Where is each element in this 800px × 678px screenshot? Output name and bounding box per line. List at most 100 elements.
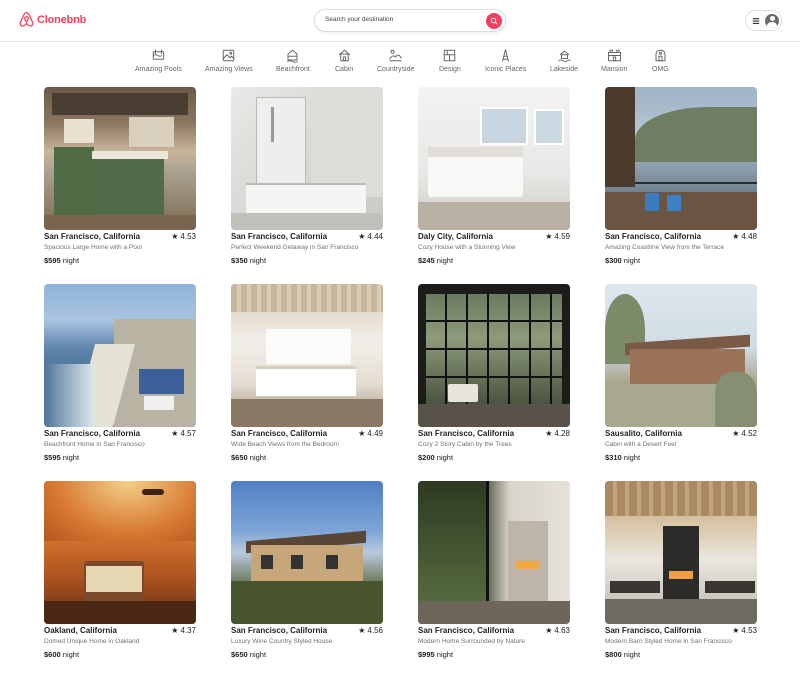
listing-rating-value: 4.37: [180, 626, 196, 635]
star-icon: ★: [545, 626, 553, 635]
listing-card[interactable]: San Francisco, California ★ 4.63 Modern H…: [418, 481, 570, 678]
listing-card[interactable]: Sausalito, California ★ 4.52 Cabin with a…: [605, 284, 757, 481]
listing-rating: ★ 4.53: [171, 232, 196, 241]
listing-rating-value: 4.44: [367, 232, 383, 241]
listing-photo[interactable]: [44, 87, 196, 230]
listing-photo[interactable]: [231, 87, 383, 230]
lakeside-icon: [557, 50, 571, 62]
star-icon: ★: [171, 626, 179, 635]
listing-price-unit: night: [249, 256, 267, 265]
category-design[interactable]: Design: [439, 48, 461, 73]
listing-location: Oakland, California: [44, 626, 117, 635]
hamburger-menu-icon: [752, 17, 760, 24]
listing-photo[interactable]: [605, 481, 757, 624]
listing-price-unit: night: [249, 453, 267, 462]
listing-rating-value: 4.52: [741, 429, 757, 438]
listing-photo[interactable]: [418, 284, 570, 427]
listing-price: $650 night: [231, 650, 266, 659]
listing-card[interactable]: San Francisco, California ★ 4.53 Spacious…: [44, 87, 196, 284]
listing-card[interactable]: Oakland, California ★ 4.37 Domed Unique H…: [44, 481, 196, 678]
category-amazing-views[interactable]: Amazing Views: [205, 48, 253, 73]
star-icon: ★: [358, 429, 366, 438]
listing-photo[interactable]: [231, 481, 383, 624]
listing-card[interactable]: San Francisco, California ★ 4.44 Perfect …: [231, 87, 383, 284]
listing-price-value: $595: [44, 256, 61, 265]
listing-price-unit: night: [436, 256, 454, 265]
search-bar[interactable]: Search your destination: [314, 9, 506, 32]
listing-title: Spacious Large Home with a Pool: [44, 244, 142, 251]
user-avatar-icon: [765, 13, 779, 28]
listing-title: Cabin with a Desert Feel: [605, 441, 677, 448]
listing-price-unit: night: [62, 650, 80, 659]
category-mansion[interactable]: Mansion: [601, 48, 627, 73]
category-lakeside[interactable]: Lakeside: [550, 48, 578, 73]
listing-photo[interactable]: [231, 284, 383, 427]
listing-price-unit: night: [623, 650, 641, 659]
listing-card[interactable]: San Francisco, California ★ 4.28 Cozy 2 S…: [418, 284, 570, 481]
category-label: Design: [439, 66, 461, 73]
category-countryside[interactable]: Countryside: [377, 48, 414, 73]
iconic-places-icon: [502, 49, 510, 62]
listing-photo[interactable]: [44, 284, 196, 427]
listing-photo[interactable]: [605, 284, 757, 427]
listing-photo[interactable]: [605, 87, 757, 230]
category-iconic-places[interactable]: Iconic Places: [485, 48, 526, 73]
design-icon: [444, 49, 456, 62]
listing-title: Modern Home Surrounded by Nature: [418, 638, 525, 645]
star-icon: ★: [171, 232, 179, 241]
category-omg[interactable]: OMG: [652, 48, 669, 73]
listing-rating-value: 4.63: [554, 626, 570, 635]
listing-price: $595 night: [44, 256, 79, 265]
search-button[interactable]: [486, 13, 502, 29]
listing-title: Modern Barn Styled Home in San Francisco: [605, 638, 732, 645]
listing-rating-value: 4.56: [367, 626, 383, 635]
listing-photo[interactable]: [418, 481, 570, 624]
user-menu-button[interactable]: [745, 10, 782, 31]
listing-price: $200 night: [418, 453, 453, 462]
listing-location: Daly City, California: [418, 232, 493, 241]
listing-photo[interactable]: [44, 481, 196, 624]
listing-rating: ★ 4.56: [358, 626, 383, 635]
listing-card[interactable]: Daly City, California ★ 4.59 Cozy House w…: [418, 87, 570, 284]
listing-rating: ★ 4.44: [358, 232, 383, 241]
listing-card[interactable]: San Francisco, California ★ 4.56 Luxury W…: [231, 481, 383, 678]
listing-price-value: $310: [605, 453, 622, 462]
listing-rating: ★ 4.63: [545, 626, 570, 635]
listing-title: Beachfront Home in San Francisco: [44, 441, 145, 448]
listing-price-value: $650: [231, 650, 248, 659]
category-amazing-pools[interactable]: Amazing Pools: [135, 48, 182, 73]
listing-rating: ★ 4.57: [171, 429, 196, 438]
listing-price-value: $995: [418, 650, 435, 659]
search-icon: [490, 17, 498, 25]
listing-photo[interactable]: [418, 87, 570, 230]
mansion-icon: [607, 49, 621, 62]
listing-price: $800 night: [605, 650, 640, 659]
listing-card[interactable]: San Francisco, California ★ 4.53 Modern B…: [605, 481, 757, 678]
category-beachfront[interactable]: Beachfront: [276, 48, 310, 73]
listing-card[interactable]: San Francisco, California ★ 4.49 Wide Bea…: [231, 284, 383, 481]
listing-location: San Francisco, California: [418, 626, 515, 635]
listing-location: San Francisco, California: [418, 429, 515, 438]
pool-icon: [152, 49, 165, 60]
listing-card[interactable]: San Francisco, California ★ 4.48 Amazing …: [605, 87, 757, 284]
listing-rating: ★ 4.28: [545, 429, 570, 438]
category-bar: Amazing Pools Amazing Views Beachfront C…: [0, 48, 800, 80]
category-label: Beachfront: [276, 66, 310, 73]
search-input[interactable]: Search your destination: [325, 16, 393, 23]
listing-rating-value: 4.53: [180, 232, 196, 241]
listing-rating-value: 4.49: [367, 429, 383, 438]
brand-logo[interactable]: Clonebnb: [19, 11, 86, 28]
listing-price: $600 night: [44, 650, 79, 659]
category-cabin[interactable]: Cabin: [335, 48, 353, 73]
listing-price-value: $300: [605, 256, 622, 265]
listing-rating: ★ 4.49: [358, 429, 383, 438]
listing-price-value: $595: [44, 453, 61, 462]
listings-grid: San Francisco, California ★ 4.53 Spacious…: [44, 87, 757, 678]
listing-price: $595 night: [44, 453, 79, 462]
category-label: Iconic Places: [485, 66, 527, 73]
listing-title: Wide Beach Views from the Bedroom: [231, 441, 339, 448]
listing-price-value: $350: [231, 256, 248, 265]
listing-card[interactable]: San Francisco, California ★ 4.57 Beachfro…: [44, 284, 196, 481]
listing-price-value: $800: [605, 650, 622, 659]
listing-title: Perfect Weekend Getaway in San Francisco: [231, 244, 359, 251]
